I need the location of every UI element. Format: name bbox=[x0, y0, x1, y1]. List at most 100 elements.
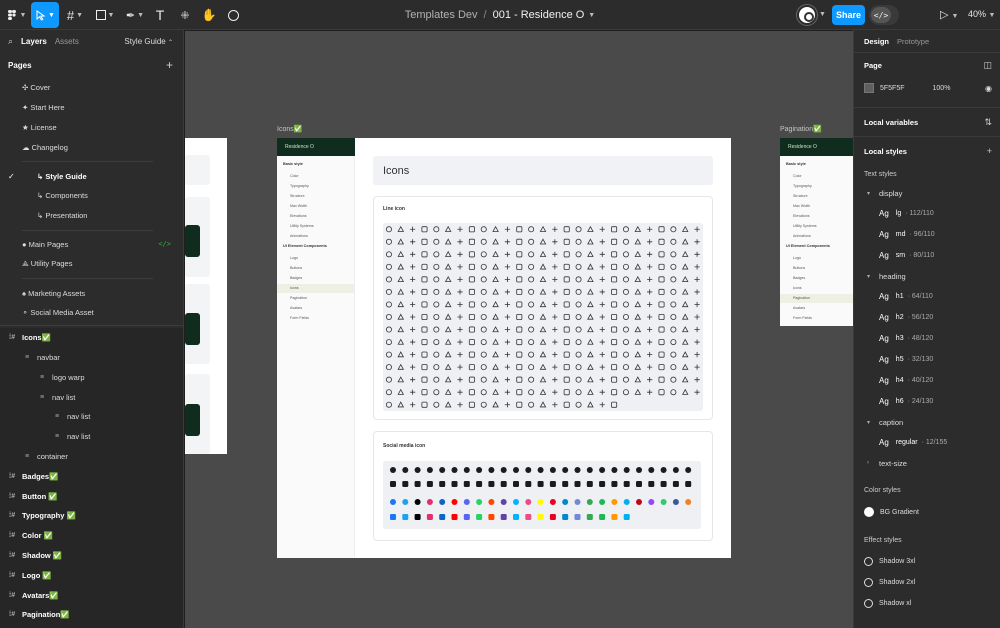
main-menu-button[interactable]: ▼ bbox=[4, 2, 28, 28]
text-style-item[interactable]: Ag sm · 80/110 bbox=[854, 245, 1000, 266]
layer-row[interactable]: ≡ navbar bbox=[0, 348, 183, 368]
dev-mode-toggle[interactable]: </> bbox=[869, 5, 899, 25]
page-color-value[interactable]: 5F5F5F bbox=[880, 85, 905, 92]
shape-tool-button[interactable]: ▼ bbox=[92, 2, 118, 28]
text-style-item[interactable]: Ag h2 · 56/120 bbox=[854, 307, 1000, 328]
layer-row[interactable]: ⁞# Button ✅ bbox=[0, 486, 183, 506]
tab-prototype[interactable]: Prototype bbox=[897, 37, 929, 46]
layer-row[interactable]: ⁞# Shadow ✅ bbox=[0, 546, 183, 566]
local-variables-header[interactable]: Local variables ⇅ bbox=[854, 108, 1000, 136]
color-style-item[interactable]: BG Gradient bbox=[854, 501, 1000, 523]
page-selector[interactable]: Style Guide ⌃ bbox=[124, 37, 173, 46]
present-button[interactable]: ▷ ▼ bbox=[940, 8, 958, 21]
project-name[interactable]: Templates Dev bbox=[405, 9, 478, 21]
page-item[interactable]: ✣ Cover bbox=[0, 78, 183, 98]
resources-button[interactable]: ⁜ bbox=[176, 2, 194, 28]
user-avatar[interactable] bbox=[797, 5, 817, 25]
page-color-row[interactable]: 5F5F5F 100% ◉ bbox=[854, 77, 1000, 99]
layer-row[interactable]: ⁞# Avatars✅ bbox=[0, 585, 183, 605]
page-item-sub[interactable]: ✓ ↳ Style Guide bbox=[0, 166, 183, 186]
sidebar-item[interactable]: Structure bbox=[277, 192, 354, 201]
layer-row[interactable]: ≡ logo warp bbox=[0, 367, 183, 387]
sidebar-item[interactable]: Elevations bbox=[277, 212, 354, 221]
canvas[interactable]: Icons✅ Residence O Basic style Color Typog… bbox=[185, 31, 853, 628]
share-button[interactable]: Share bbox=[832, 5, 865, 25]
layer-row[interactable]: ≡ nav list bbox=[0, 387, 183, 407]
text-style-item[interactable]: Ag h5 · 32/130 bbox=[854, 349, 1000, 370]
page-item[interactable]: ★ License bbox=[0, 118, 183, 138]
sidebar-item[interactable]: Avatars bbox=[277, 304, 354, 313]
page-item[interactable]: ♠ Marketing Assets bbox=[0, 283, 183, 303]
sidebar-item[interactable]: Max Width bbox=[780, 202, 853, 211]
text-style-group[interactable]: ▾ caption bbox=[854, 412, 1000, 432]
page-item[interactable]: ⚬ Social Media Asset bbox=[0, 303, 183, 323]
add-page-icon[interactable]: + bbox=[166, 58, 173, 72]
sidebar-item[interactable]: Animations bbox=[277, 232, 354, 241]
page-item[interactable]: ⟁ Utility Pages bbox=[0, 254, 183, 274]
sidebar-item[interactable]: Buttons bbox=[780, 264, 853, 273]
sidebar-item[interactable]: Avatars bbox=[780, 304, 853, 313]
sidebar-item[interactable]: Form Fields bbox=[780, 314, 853, 323]
sidebar-item[interactable]: Form Fields bbox=[277, 314, 354, 323]
frame-tool-button[interactable]: # ▼ bbox=[62, 2, 88, 28]
chevron-down-icon[interactable]: ▼ bbox=[819, 11, 826, 18]
sidebar-item[interactable]: Structure bbox=[780, 192, 853, 201]
layer-row[interactable]: ⁞# Badges✅ bbox=[0, 466, 183, 486]
chevron-right-icon[interactable]: › bbox=[867, 460, 879, 466]
layer-row[interactable]: ≡ nav list bbox=[0, 407, 183, 427]
tab-design[interactable]: Design bbox=[864, 37, 889, 46]
text-style-item[interactable]: Ag regular · 12/155 bbox=[854, 432, 1000, 453]
sidebar-item[interactable]: Typography bbox=[277, 182, 354, 191]
frame-label-icons[interactable]: Icons✅ bbox=[277, 125, 302, 133]
layer-row[interactable]: ⁞# Icons✅ bbox=[0, 328, 183, 348]
text-style-group[interactable]: ▾ heading bbox=[854, 266, 1000, 286]
search-icon[interactable]: ⌕ bbox=[8, 36, 13, 47]
sidebar-item[interactable]: Buttons bbox=[277, 264, 354, 273]
sidebar-item[interactable]: Typography bbox=[780, 182, 853, 191]
layer-row[interactable]: ≡ container bbox=[0, 447, 183, 467]
text-style-group[interactable]: › text-size bbox=[854, 453, 1000, 473]
sidebar-item[interactable]: Utility Systems bbox=[277, 222, 354, 231]
sidebar-item[interactable]: Pagination bbox=[277, 294, 354, 303]
sidebar-item[interactable]: Elevations bbox=[780, 212, 853, 221]
chevron-down-icon[interactable]: ▼ bbox=[588, 12, 595, 19]
sidebar-item[interactable]: Badges bbox=[780, 274, 853, 283]
page-item[interactable]: ☁ Changelog bbox=[0, 137, 183, 157]
comment-tool-button[interactable] bbox=[224, 2, 242, 28]
effect-style-item[interactable]: Shadow 2xl bbox=[854, 572, 1000, 593]
page-item[interactable]: ✦ Start Here bbox=[0, 98, 183, 118]
sidebar-item[interactable]: Color bbox=[780, 172, 853, 181]
zoom-control[interactable]: 40% ▼ bbox=[968, 9, 995, 19]
sidebar-item[interactable]: Badges bbox=[277, 274, 354, 283]
hand-tool-button[interactable]: ✋ bbox=[200, 2, 218, 28]
chevron-down-icon[interactable]: ▾ bbox=[867, 419, 879, 426]
sidebar-item[interactable]: Utility Systems bbox=[780, 222, 853, 231]
layer-row[interactable]: ⁞# Logo ✅ bbox=[0, 565, 183, 585]
move-tool-button[interactable]: ▼ bbox=[31, 2, 59, 28]
layer-row[interactable]: ≡ nav list bbox=[0, 427, 183, 447]
text-style-item[interactable]: Ag lg · 112/110 bbox=[854, 203, 1000, 224]
tab-layers[interactable]: Layers bbox=[21, 37, 47, 46]
page-opacity[interactable]: 100% bbox=[933, 85, 951, 92]
layer-row[interactable]: ⁞# Typography ✅ bbox=[0, 506, 183, 526]
text-style-item[interactable]: Ag md · 96/110 bbox=[854, 224, 1000, 245]
sidebar-item[interactable]: Animations bbox=[780, 232, 853, 241]
eye-icon[interactable]: ◉ bbox=[985, 84, 992, 93]
text-style-group[interactable]: ▾ display bbox=[854, 183, 1000, 203]
effect-style-item[interactable]: Shadow xl bbox=[854, 593, 1000, 614]
text-style-item[interactable]: Ag h4 · 40/120 bbox=[854, 370, 1000, 391]
text-style-item[interactable]: Ag h3 · 48/120 bbox=[854, 328, 1000, 349]
text-style-item[interactable]: Ag h1 · 64/110 bbox=[854, 286, 1000, 307]
pen-tool-button[interactable]: ✒ ▼ bbox=[122, 2, 148, 28]
page-color-swatch[interactable] bbox=[864, 83, 874, 93]
layer-row[interactable]: ⁞# Pagination✅ bbox=[0, 605, 183, 625]
sidebar-item[interactable]: Pagination bbox=[780, 294, 853, 303]
frame-label-pagination[interactable]: Pagination✅ bbox=[780, 125, 822, 133]
text-tool-button[interactable]: T bbox=[151, 2, 169, 28]
chevron-down-icon[interactable]: ▾ bbox=[867, 273, 879, 280]
sidebar-item[interactable]: Icons bbox=[277, 284, 354, 293]
layer-row[interactable]: ⁞# Color ✅ bbox=[0, 526, 183, 546]
sidebar-item[interactable]: Icons bbox=[780, 284, 853, 293]
sidebar-item[interactable]: Color bbox=[277, 172, 354, 181]
text-style-item[interactable]: Ag h6 · 24/130 bbox=[854, 391, 1000, 412]
